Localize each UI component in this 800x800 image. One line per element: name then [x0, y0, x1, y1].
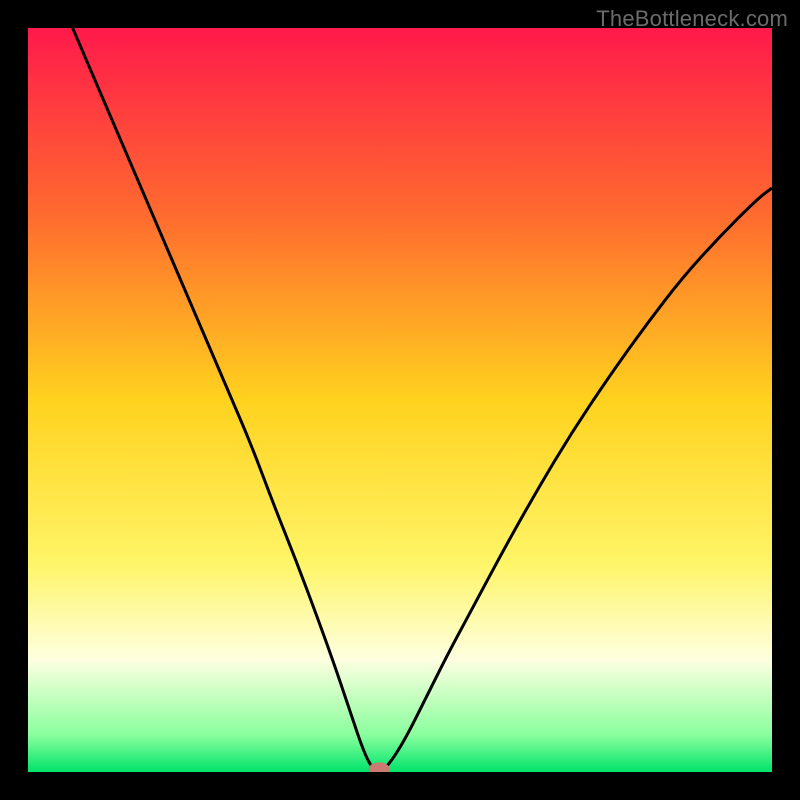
bottleneck-chart: TheBottleneck.com: [0, 0, 800, 800]
gradient-background: [28, 28, 772, 772]
watermark-text: TheBottleneck.com: [596, 6, 788, 32]
chart-canvas: [0, 0, 800, 800]
